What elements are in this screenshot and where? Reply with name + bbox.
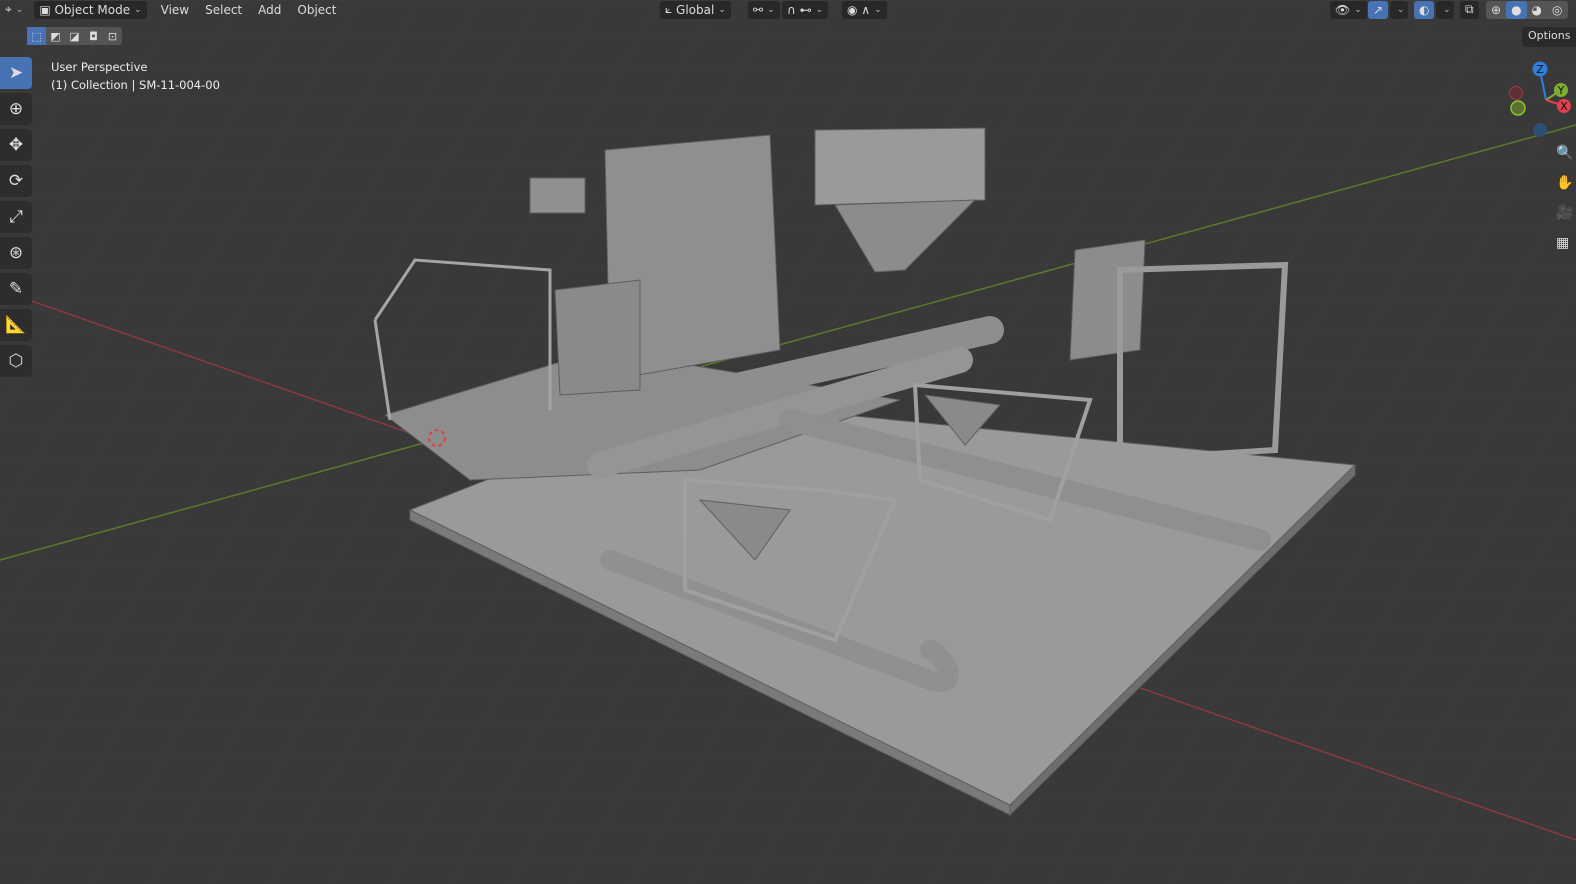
mode-label: Object Mode	[54, 2, 131, 17]
overlay-dropdown[interactable]: ⌄	[1436, 0, 1454, 19]
gizmo-icon: ↗	[1373, 2, 1384, 17]
annotate-tool[interactable]: ✎	[0, 273, 32, 305]
gizmo-z-label: Z	[1536, 63, 1544, 76]
gizmo-x-label: X	[1560, 100, 1568, 113]
menu-view[interactable]: View	[153, 3, 197, 17]
crosshair-icon: ⊕	[8, 99, 24, 119]
gizmo-toggle[interactable]: ↗	[1368, 0, 1389, 19]
view-name: User Perspective	[51, 60, 148, 74]
pan-hand-icon[interactable]: ✋	[1556, 175, 1576, 205]
overlay-icon: ◐	[1419, 2, 1430, 17]
rotate-icon: ⟳	[8, 171, 24, 191]
editor-type-button[interactable]: ⌖ ⌄	[0, 1, 28, 19]
3d-viewport[interactable]: Z Y X	[0, 0, 1576, 884]
snap-toggle[interactable]: ∩ ⊷ ⌄	[782, 0, 829, 19]
select-invert-icon[interactable]: ◘	[84, 27, 103, 45]
shading-solid-button[interactable]: ●	[1506, 0, 1527, 19]
pivot-icon: ⚯	[753, 2, 764, 17]
select-extend-icon[interactable]: ◩	[46, 27, 65, 45]
mode-selector[interactable]: ▣ Object Mode ⌄	[34, 0, 147, 19]
scale-tool[interactable]: ⤢	[0, 201, 32, 233]
cube-icon: ⬡	[8, 351, 24, 371]
tool-shelf: ➤ ⊕ ✥ ⟳ ⤢ ⊛ ✎ 📐 ⬡	[0, 57, 33, 381]
grid-perspective-icon[interactable]: ▦	[1556, 235, 1576, 265]
viewport-icon: ⌖	[5, 2, 12, 16]
viewport-info: User Perspective (1) Collection | SM-11-…	[51, 58, 220, 94]
transform-icon: ⊛	[8, 243, 24, 263]
options-button[interactable]: Options	[1522, 27, 1576, 47]
move-tool[interactable]: ✥	[0, 129, 32, 161]
proportional-edit-toggle[interactable]: ◉ ∧ ⌄	[842, 0, 887, 19]
orientation-label: Global	[676, 2, 715, 17]
xray-icon: ⧉	[1465, 2, 1474, 16]
transform-tool[interactable]: ⊛	[0, 237, 32, 269]
select-subtract-icon[interactable]: ◪	[65, 27, 84, 45]
shading-modes: ⊕ ● ◕ ◎	[1486, 0, 1568, 19]
proportional-icon: ◉	[847, 2, 858, 17]
object-mode-icon: ▣	[39, 2, 51, 17]
navigation-buttons: 🔍 ✋ 🎥 ▦	[1556, 145, 1576, 265]
falloff-icon: ∧	[861, 2, 871, 17]
rotate-tool[interactable]: ⟳	[0, 165, 32, 197]
shading-material-button[interactable]: ◕	[1527, 1, 1547, 19]
visibility-dropdown[interactable]: 👁 ⌄	[1330, 0, 1367, 19]
xray-toggle[interactable]: ⧉	[1460, 0, 1479, 19]
move-icon: ✥	[8, 135, 24, 155]
overlay-toggle[interactable]: ◐	[1414, 0, 1435, 19]
menu-object[interactable]: Object	[289, 3, 344, 17]
selection-mode-buttons: ⬚ ◩ ◪ ◘ ⊡	[27, 27, 122, 45]
pivot-point-dropdown[interactable]: ⚯ ⌄	[748, 0, 780, 19]
zoom-icon[interactable]: 🔍	[1556, 145, 1576, 175]
measure-tool[interactable]: 📐	[0, 309, 32, 341]
orientation-icon: ⟀	[665, 2, 673, 16]
select-box-tool[interactable]: ➤	[0, 57, 32, 89]
menu-add[interactable]: Add	[250, 3, 289, 17]
gizmo-y-label: Y	[1557, 84, 1565, 97]
add-cube-tool[interactable]: ⬡	[0, 345, 32, 377]
select-new-icon[interactable]: ⬚	[27, 27, 46, 45]
magnet-icon: ∩	[787, 2, 796, 17]
camera-icon[interactable]: 🎥	[1556, 205, 1576, 235]
scale-icon: ⤢	[9, 207, 23, 227]
gizmo-dropdown[interactable]: ⌄	[1390, 0, 1408, 19]
snap-target-icon: ⊷	[799, 2, 812, 17]
select-intersect-icon[interactable]: ⊡	[103, 27, 122, 45]
cursor-arrow-icon: ➤	[8, 63, 24, 83]
pencil-icon: ✎	[8, 279, 24, 299]
shading-wireframe-button[interactable]: ⊕	[1486, 1, 1506, 19]
transform-orientation-dropdown[interactable]: ⟀ Global ⌄	[660, 0, 731, 19]
visibility-icon: 👁	[1335, 2, 1351, 17]
shading-rendered-button[interactable]: ◎	[1547, 1, 1567, 19]
collection-object-name: (1) Collection | SM-11-004-00	[51, 78, 220, 92]
menu-select[interactable]: Select	[197, 3, 250, 17]
ruler-icon: 📐	[5, 315, 27, 335]
viewport-header: ⌖ ⌄ ▣ Object Mode ⌄ View Select Add Object…	[0, 0, 1576, 19]
cursor-tool[interactable]: ⊕	[0, 93, 32, 125]
